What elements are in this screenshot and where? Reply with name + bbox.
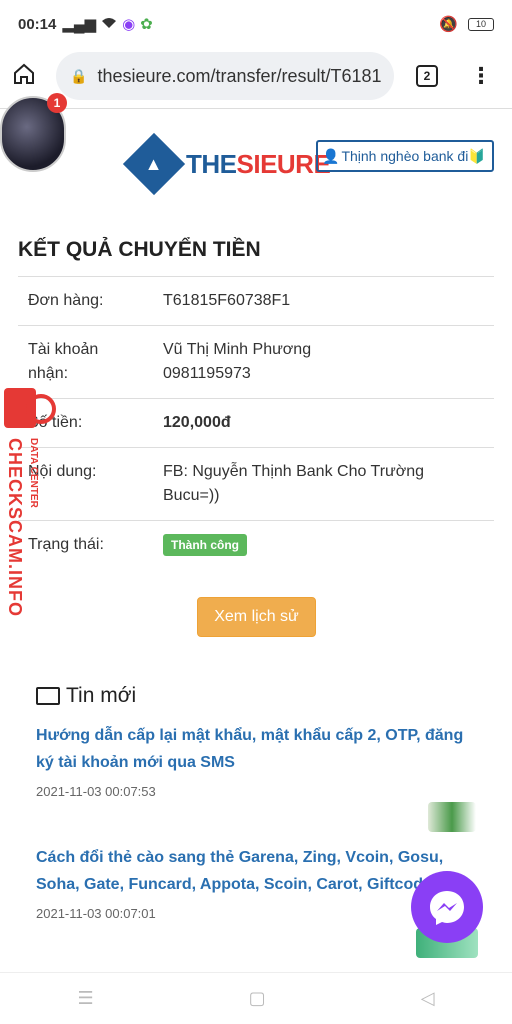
news-date: 2021-11-03 00:07:01 [36,906,156,921]
news-title-text: Tin mới [66,684,137,707]
home-button[interactable] [12,62,36,91]
table-row: Số tiền: 120,000đ [18,399,494,448]
lock-icon [4,388,56,428]
more-menu-icon[interactable]: ⋮ [470,63,492,89]
list-item: Cách đổi thẻ cào sang thẻ Garena, Zing, … [36,844,476,921]
menu-icon[interactable]: ☰ [78,988,94,1009]
news-date: 2021-11-03 00:07:53 [36,784,156,799]
site-header: ▲ THESIEURE 👤 Thịnh nghèo bank đi🔰 [0,130,512,196]
news-link[interactable]: Cách đổi thẻ cào sang thẻ Garena, Zing, … [36,844,476,898]
lock-icon: 🔒 [70,67,88,84]
system-nav-bar: ☰ ▢ ◁ [0,972,512,1024]
row-value: T61815F60738F1 [163,292,291,309]
toolbar-divider [0,108,512,109]
table-row: Nội dung: FB: Nguyễn Thịnh Bank Cho Trườ… [18,448,494,521]
wifi-icon [101,16,117,33]
transfer-note: FB: Nguyễn Thịnh Bank Cho Trường Bucu=)) [163,463,425,504]
recipient-phone: 0981195973 [163,365,251,382]
newspaper-icon [36,687,60,705]
table-row: Đơn hàng: T61815F60738F1 [18,277,494,326]
view-history-button[interactable]: Xem lịch sử [197,597,316,637]
recipient-name: Vũ Thị Minh Phương [163,341,312,358]
back-icon[interactable]: ◁ [421,988,435,1009]
notification-badge: 1 [47,93,67,113]
amount-value: 120,000đ [163,414,231,431]
messenger-chat-button[interactable] [411,871,483,943]
table-row: Trạng thái: Thành công [18,521,494,569]
news-thumbnail[interactable] [428,802,476,832]
watermark-text: CHECKSCAM.INFO [5,438,25,617]
user-button-label: Thịnh nghèo bank đi🔰 [341,147,486,164]
user-icon: 👤 [322,147,340,164]
row-label: Đơn hàng: [28,292,104,309]
row-value: Vũ Thị Minh Phương 0981195973 [163,338,484,386]
status-time: 00:14 [18,15,57,33]
table-row: Tài khoản nhận: Vũ Thị Minh Phương 09811… [18,326,494,399]
app-icon: ✿ [140,16,153,33]
status-bar: 00:14 ▂▄▆ ◉ ✿ 🔕 10 [0,0,512,48]
news-heading: Tin mới [36,684,136,708]
url-text: thesieure.com/transfer/result/T6181 [97,65,382,86]
mute-icon: 🔕 [439,16,458,33]
battery-icon: 10 [468,17,494,31]
row-label: Nội dung: [28,463,97,480]
messenger-icon [430,891,464,925]
page-title: KẾT QUẢ CHUYỂN TIỀN [18,238,261,261]
transfer-result-table: Đơn hàng: T61815F60738F1 Tài khoản nhận:… [18,276,494,569]
browser-toolbar: 🔒 thesieure.com/transfer/result/T6181 2 … [0,48,512,104]
watermark-subtext: DATA CENTER [28,438,39,508]
list-item: Hướng dẫn cấp lại mật khẩu, mật khẩu cấp… [36,722,476,799]
site-logo[interactable]: ▲ THESIEURE [122,132,331,196]
signal-icon: ▂▄▆ [62,16,97,33]
user-account-button[interactable]: 👤 Thịnh nghèo bank đi🔰 [316,140,494,172]
logo-mark-icon: ▲ [122,132,186,196]
messenger-icon: ◉ [122,16,136,33]
tab-switcher-button[interactable]: 2 [416,65,438,87]
home-icon[interactable]: ▢ [249,988,266,1009]
watermark: CHECKSCAM.INFO DATA CENTER [4,388,56,638]
status-badge: Thành công [163,534,247,556]
row-label: Tài khoản nhận: [28,341,99,382]
address-bar[interactable]: 🔒 thesieure.com/transfer/result/T6181 [56,52,394,100]
row-label: Trạng thái: [28,536,104,553]
logo-text-the: THE [186,148,237,179]
news-link[interactable]: Hướng dẫn cấp lại mật khẩu, mật khẩu cấp… [36,722,476,776]
